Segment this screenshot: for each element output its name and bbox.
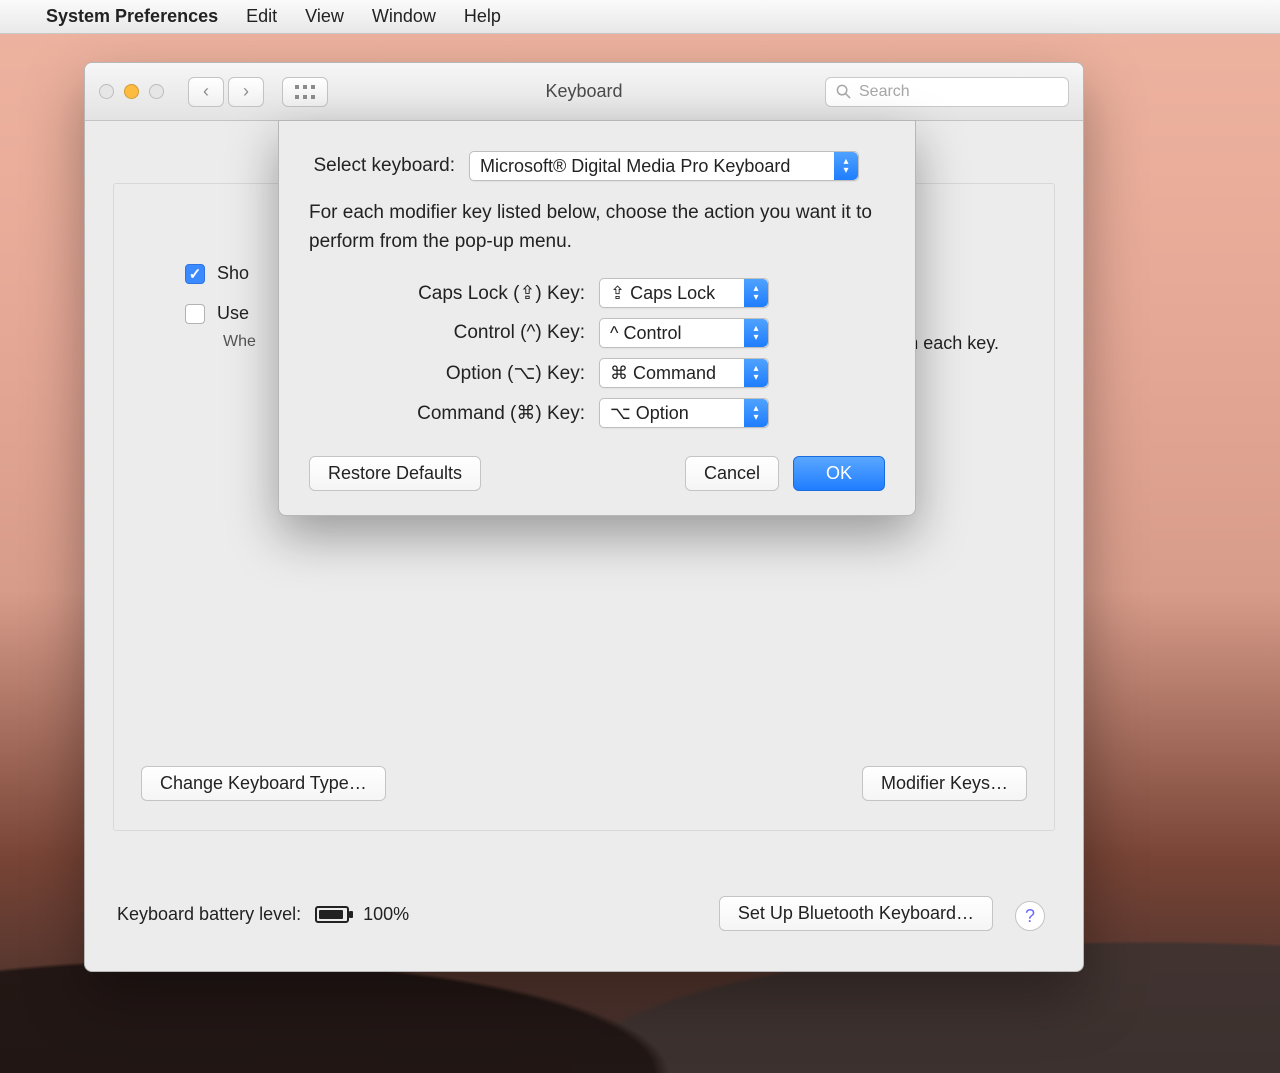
control-value: ^ Control <box>610 323 681 344</box>
cancel-button[interactable]: Cancel <box>685 456 779 491</box>
option-label: Option (⌥) Key: <box>309 362 599 385</box>
zoom-window-button[interactable] <box>149 84 164 99</box>
modifier-keys-button[interactable]: Modifier Keys… <box>862 766 1027 801</box>
search-placeholder: Search <box>859 83 910 101</box>
modifier-keys-sheet: Select keyboard: Microsoft® Digital Medi… <box>278 120 916 516</box>
chevron-updown-icon <box>744 359 768 387</box>
nav-buttons: ‹ › <box>188 77 264 107</box>
app-menu[interactable]: System Preferences <box>46 6 218 27</box>
select-keyboard-label: Select keyboard: <box>309 155 469 177</box>
command-value: ⌥ Option <box>610 403 689 424</box>
battery-label: Keyboard battery level: <box>117 904 301 925</box>
ok-button[interactable]: OK <box>793 456 885 491</box>
close-window-button[interactable] <box>99 84 114 99</box>
checkbox-label: Sho <box>217 263 249 284</box>
traffic-lights <box>99 84 164 99</box>
chevron-updown-icon <box>744 399 768 427</box>
setup-bluetooth-keyboard-button[interactable]: Set Up Bluetooth Keyboard… <box>719 896 993 931</box>
search-icon <box>836 84 851 99</box>
sheet-instruction: For each modifier key listed below, choo… <box>309 199 885 256</box>
menu-help[interactable]: Help <box>464 6 501 27</box>
checkbox-use-fkeys[interactable]: Use <box>185 303 249 324</box>
select-keyboard-value: Microsoft® Digital Media Pro Keyboard <box>480 156 790 177</box>
grid-icon <box>295 85 315 99</box>
help-text-fragment-right: n each key. <box>908 333 999 354</box>
control-label: Control (^) Key: <box>309 322 599 344</box>
battery-percent: 100% <box>363 904 409 925</box>
restore-defaults-button[interactable]: Restore Defaults <box>309 456 481 491</box>
forward-button[interactable]: › <box>228 77 264 107</box>
chevron-updown-icon <box>744 279 768 307</box>
titlebar: ‹ › Keyboard Search <box>85 63 1083 121</box>
chevron-updown-icon <box>834 152 858 180</box>
change-keyboard-type-button[interactable]: Change Keyboard Type… <box>141 766 386 801</box>
menu-window[interactable]: Window <box>372 6 436 27</box>
checkbox-icon <box>185 264 205 284</box>
search-field[interactable]: Search <box>825 77 1069 107</box>
select-keyboard-popup[interactable]: Microsoft® Digital Media Pro Keyboard <box>469 151 859 181</box>
back-button[interactable]: ‹ <box>188 77 224 107</box>
command-popup[interactable]: ⌥ Option <box>599 398 769 428</box>
menu-edit[interactable]: Edit <box>246 6 277 27</box>
command-label: Command (⌘) Key: <box>309 402 599 425</box>
checkbox-icon <box>185 304 205 324</box>
option-value: ⌘ Command <box>610 363 716 384</box>
chevron-updown-icon <box>744 319 768 347</box>
capslock-value: ⇪ Caps Lock <box>610 283 715 304</box>
checkbox-show-keyboard[interactable]: Sho <box>185 263 249 284</box>
control-popup[interactable]: ^ Control <box>599 318 769 348</box>
battery-status: Keyboard battery level: 100% <box>117 904 409 925</box>
show-all-button[interactable] <box>282 77 328 107</box>
capslock-popup[interactable]: ⇪ Caps Lock <box>599 278 769 308</box>
help-button[interactable]: ? <box>1015 901 1045 931</box>
help-text-fragment-left: Whe <box>223 333 256 351</box>
menubar: System Preferences Edit View Window Help <box>0 0 1280 34</box>
battery-icon <box>315 906 349 923</box>
minimize-window-button[interactable] <box>124 84 139 99</box>
checkbox-label: Use <box>217 303 249 324</box>
capslock-label: Caps Lock (⇪) Key: <box>309 282 599 305</box>
option-popup[interactable]: ⌘ Command <box>599 358 769 388</box>
menu-view[interactable]: View <box>305 6 344 27</box>
